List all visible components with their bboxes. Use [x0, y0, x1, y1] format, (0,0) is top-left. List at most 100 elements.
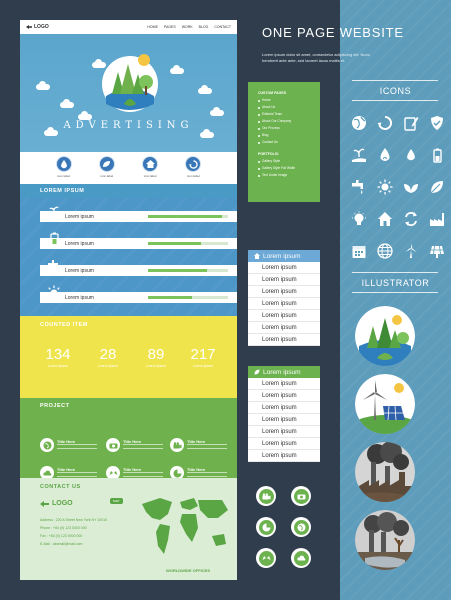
menu-item-label: About Our Company [262, 119, 292, 123]
project-item[interactable]: Title Here [40, 438, 100, 454]
list-item[interactable]: Lorem ipsum [248, 298, 320, 310]
recycle-icon [376, 114, 394, 132]
count-value: 28 [99, 346, 117, 363]
bullet-icon [258, 106, 260, 109]
count-value: 134 [45, 346, 71, 363]
cloud-decoration [198, 85, 212, 94]
nav-link-pages[interactable]: PAGES [164, 25, 176, 29]
menu-item[interactable]: About Us [258, 104, 310, 111]
illustrator-title: ILLUSTRATOR [361, 278, 430, 288]
bullet-icon [258, 113, 260, 116]
house-icon [254, 253, 260, 259]
list-item[interactable]: Lorem ipsum [248, 378, 320, 390]
leaf-icon [428, 178, 446, 196]
divider [352, 80, 438, 81]
green-landscape-illustration [355, 306, 415, 366]
faucet-icon [48, 260, 58, 273]
list-item[interactable]: Lorem ipsum [248, 450, 320, 462]
bullet-icon [258, 141, 260, 144]
icons-panel-title: ICONS [379, 86, 412, 96]
menu-item-label: Gallery Style Full Width [262, 166, 296, 170]
leaves-icon [402, 178, 420, 196]
list-header[interactable]: Lorem ipsum [248, 250, 320, 262]
wind-solar-illustration [355, 374, 415, 434]
list-item[interactable]: Lorem ipsum [248, 438, 320, 450]
faucet-icon [350, 178, 368, 196]
hand-plant-icon [48, 206, 60, 218]
film-camera-icon[interactable] [256, 486, 276, 506]
world-icon [376, 242, 394, 260]
menu-item[interactable]: Gallery Style Full Width [258, 165, 310, 172]
count-item: 217 Lorem ipsum [183, 346, 223, 368]
description-line: Lorem ipsum dolor sit amet, consectetur … [262, 52, 370, 57]
nav-logo-text: LOGO [34, 24, 49, 30]
list-item[interactable]: Lorem ipsum [248, 262, 320, 274]
nav-logo[interactable]: LOGO [26, 24, 49, 30]
menu-item[interactable]: Contact Us [258, 139, 310, 146]
globe-icon[interactable] [291, 517, 311, 537]
menu-item[interactable]: About Our Company [258, 118, 310, 125]
hero-section: ADVERTISING [20, 34, 237, 152]
nav-link-home[interactable]: HOME [147, 25, 158, 29]
list-box: Lorem ipsum Lorem ipsum Lorem ipsum Lore… [248, 366, 320, 462]
feature-item[interactable]: icon label [55, 156, 72, 180]
skill-progress-fill [148, 215, 222, 218]
nav-link-contact[interactable]: CONTACT [214, 25, 231, 29]
solar-panel-icon [428, 242, 446, 260]
pie-chart-icon[interactable] [256, 517, 276, 537]
list-item[interactable]: Lorem ipsum [248, 426, 320, 438]
menu-item-label: Blog [262, 133, 269, 137]
menu-item[interactable]: Text Under Image [258, 172, 310, 179]
project-item-text [123, 444, 163, 449]
list-item[interactable]: Lorem ipsum [248, 310, 320, 322]
camera-icon[interactable] [291, 486, 311, 506]
feature-label: icon label [57, 174, 70, 178]
feature-item[interactable]: icon label [185, 156, 202, 180]
list-item[interactable]: Lorem ipsum [248, 274, 320, 286]
contact-logo[interactable]: LOGO [40, 500, 73, 507]
count-label: Lorem ipsum [97, 364, 119, 368]
feature-item[interactable]: icon label [142, 156, 159, 180]
camera-icon [106, 438, 120, 452]
nav-link-blog[interactable]: BLOG [199, 25, 209, 29]
list-item[interactable]: Lorem ipsum [248, 286, 320, 298]
lightbulb-icon [350, 210, 368, 228]
list-item[interactable]: Lorem ipsum [248, 402, 320, 414]
project-item[interactable]: Title Here [170, 438, 230, 454]
contact-logo-text: LOGO [52, 500, 73, 507]
list-header[interactable]: Lorem ipsum [248, 366, 320, 378]
counted-title: COUNTED ITEM [40, 322, 88, 328]
divider [352, 100, 438, 101]
list-item[interactable]: Lorem ipsum [248, 322, 320, 334]
menu-item[interactable]: Gallery Style [258, 158, 310, 165]
list-item[interactable]: Lorem ipsum [248, 414, 320, 426]
skill-label: Lorem ipsum [65, 241, 94, 247]
arrow-logo-icon [40, 500, 49, 507]
cloud-icon[interactable] [291, 548, 311, 568]
skill-progress-fill [148, 269, 208, 272]
description-line: hendrerit ante ante, sed laoreet lacus m… [262, 58, 346, 63]
list-item[interactable]: Lorem ipsum [248, 334, 320, 346]
sun-icon [376, 178, 394, 196]
menu-item[interactable]: Home [258, 97, 310, 104]
website-mockup: LOGO HOME PAGES WORK BLOG CONTACT ADVERT… [20, 20, 237, 580]
eco-emblem-illustration [102, 54, 158, 112]
nav-links: HOME PAGES WORK BLOG CONTACT [147, 25, 231, 29]
menu-item[interactable]: Blog [258, 132, 310, 139]
feature-label: icon label [100, 174, 114, 178]
menu-item[interactable]: Editorial Team [258, 111, 310, 118]
nav-link-work[interactable]: WORK [182, 25, 193, 29]
shield-icon [428, 114, 446, 132]
hands-icon[interactable] [256, 548, 276, 568]
contact-email[interactable]: E-Mail : abcmail@mail.com [40, 542, 82, 546]
cloud-decoration [200, 129, 214, 138]
project-item[interactable]: Title Here [106, 438, 166, 454]
menu-item-label: Gallery Style [262, 159, 281, 163]
list-item[interactable]: Lorem ipsum [248, 390, 320, 402]
world-map-illustration [142, 498, 228, 554]
contact-title: CONTACT US [40, 484, 81, 490]
menu-item[interactable]: Our Process [258, 125, 310, 132]
feature-item[interactable]: icon label [98, 156, 115, 180]
pencil-icon [402, 114, 420, 132]
recycle-arrows-icon [402, 210, 420, 228]
